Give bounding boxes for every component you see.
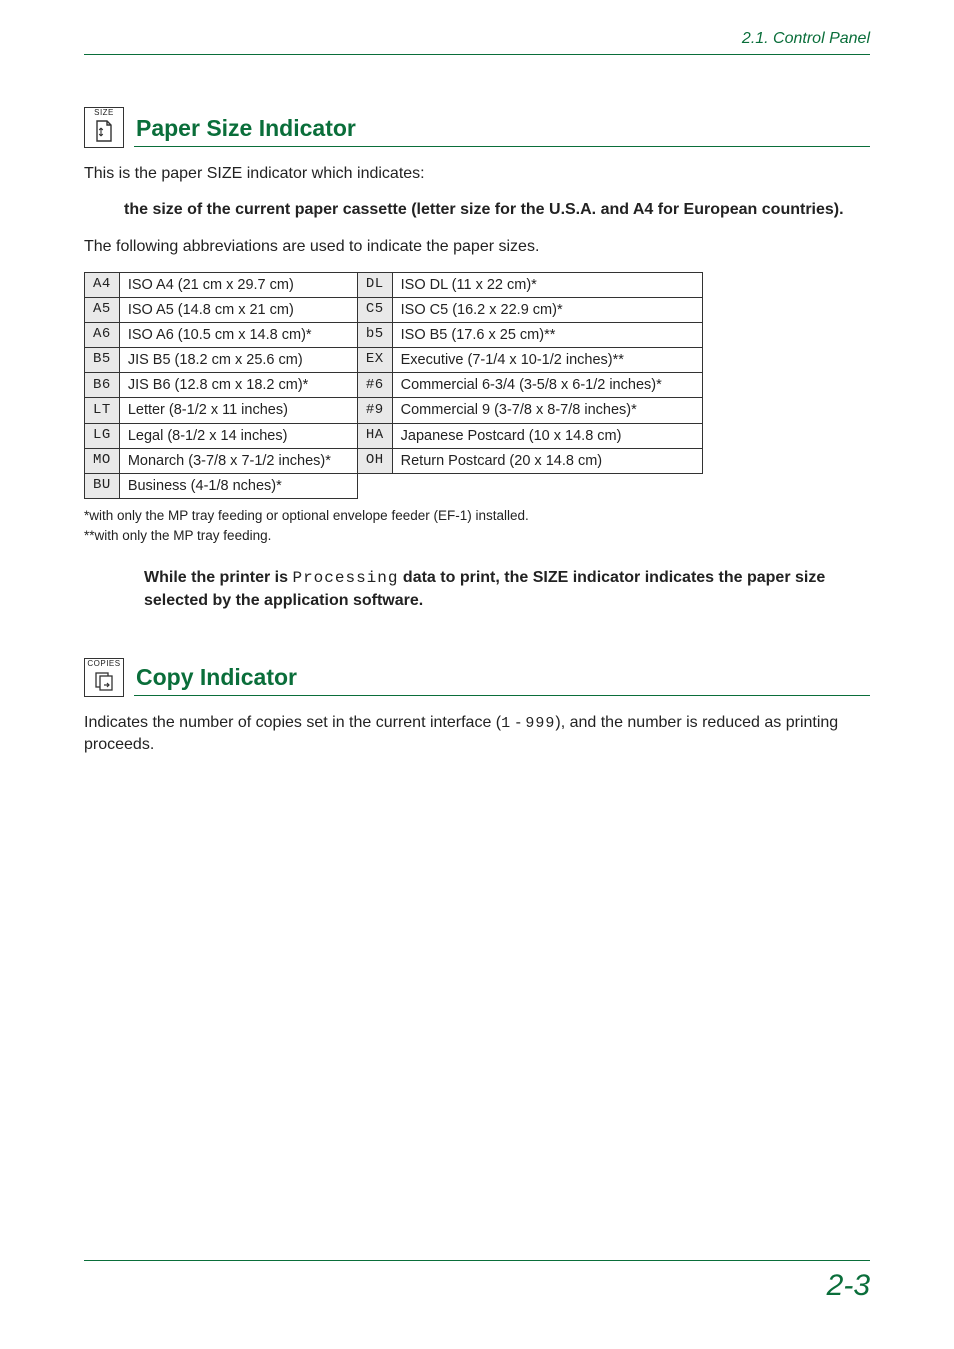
size-heading: Paper Size Indicator: [136, 115, 356, 142]
size-code: B6: [85, 373, 120, 398]
copy-icon-caption: COPIES: [87, 660, 120, 668]
size-code: A6: [85, 323, 120, 348]
size-desc: Monarch (3-7/8 x 7-1/2 inches)*: [119, 448, 357, 473]
size-desc: ISO A5 (14.8 cm x 21 cm): [119, 297, 357, 322]
running-head: 2.1. Control Panel: [84, 30, 870, 55]
footnote-2: **with only the MP tray feeding.: [84, 527, 870, 545]
size-code: A4: [85, 272, 120, 297]
table-row: A5ISO A5 (14.8 cm x 21 cm)C5ISO C5 (16.2…: [85, 297, 703, 322]
size-code: HA: [357, 423, 392, 448]
size-indent: the size of the current paper cassette (…: [124, 199, 870, 221]
copy-pre: Indicates the number of copies set in th…: [84, 714, 501, 731]
table-row: MOMonarch (3-7/8 x 7-1/2 inches)*OHRetur…: [85, 448, 703, 473]
copy-body: Indicates the number of copies set in th…: [84, 712, 870, 756]
size-code: MO: [85, 448, 120, 473]
size-desc: Executive (7-1/4 x 10-1/2 inches)**: [392, 348, 702, 373]
size-code: #9: [357, 398, 392, 423]
size-code: DL: [357, 272, 392, 297]
size-desc: Return Postcard (20 x 14.8 cm): [392, 448, 702, 473]
size-desc: Japanese Postcard (10 x 14.8 cm): [392, 423, 702, 448]
size-code: b5: [357, 323, 392, 348]
note-pre: While the printer is: [144, 569, 292, 586]
copy-heading-row: COPIES Copy Indicator: [84, 658, 870, 696]
size-code: B5: [85, 348, 120, 373]
size-desc: JIS B5 (18.2 cm x 25.6 cm): [119, 348, 357, 373]
size-code: LG: [85, 423, 120, 448]
footnote-1: *with only the MP tray feeding or option…: [84, 507, 870, 525]
size-code: #6: [357, 373, 392, 398]
copy-mid: -: [511, 714, 525, 731]
size-code: OH: [357, 448, 392, 473]
size-desc: ISO B5 (17.6 x 25 cm)**: [392, 323, 702, 348]
size-desc: ISO C5 (16.2 x 22.9 cm)*: [392, 297, 702, 322]
size-desc: Legal (8-1/2 x 14 inches): [119, 423, 357, 448]
table-row: LGLegal (8-1/2 x 14 inches)HAJapanese Po…: [85, 423, 703, 448]
copy-indicator-iconbox: COPIES: [84, 658, 124, 697]
copies-icon: [92, 670, 116, 692]
copy-mono1: 1: [501, 715, 511, 732]
page-icon: [94, 119, 114, 143]
size-intro: This is the paper SIZE indicator which i…: [84, 163, 870, 185]
size-code: A5: [85, 297, 120, 322]
page-footer: 2-3: [84, 1260, 870, 1303]
paper-size-table: A4ISO A4 (21 cm x 29.7 cm)DLISO DL (11 x…: [84, 272, 703, 499]
size-code: EX: [357, 348, 392, 373]
size-desc: Letter (8-1/2 x 11 inches): [119, 398, 357, 423]
processing-note: While the printer is Processing data to …: [144, 567, 870, 611]
size-desc: ISO A4 (21 cm x 29.7 cm): [119, 272, 357, 297]
size-desc: ISO A6 (10.5 cm x 14.8 cm)*: [119, 323, 357, 348]
table-row: BUBusiness (4-1/8 nches)*: [85, 473, 703, 498]
table-row: A4ISO A4 (21 cm x 29.7 cm)DLISO DL (11 x…: [85, 272, 703, 297]
size-icon-caption: SIZE: [94, 109, 114, 117]
size-code: BU: [85, 473, 120, 498]
size-lead: The following abbreviations are used to …: [84, 236, 870, 258]
size-desc: Commercial 6-3/4 (3-5/8 x 6-1/2 inches)*: [392, 373, 702, 398]
copy-heading: Copy Indicator: [136, 664, 297, 691]
size-desc: ISO DL (11 x 22 cm)*: [392, 272, 702, 297]
table-row: B5JIS B5 (18.2 cm x 25.6 cm)EXExecutive …: [85, 348, 703, 373]
size-code: C5: [357, 297, 392, 322]
size-desc: Commercial 9 (3-7/8 x 8-7/8 inches)*: [392, 398, 702, 423]
note-mono: Processing: [292, 569, 398, 587]
size-desc: JIS B6 (12.8 cm x 18.2 cm)*: [119, 373, 357, 398]
table-row: B6JIS B6 (12.8 cm x 18.2 cm)*#6Commercia…: [85, 373, 703, 398]
size-code: LT: [85, 398, 120, 423]
size-indicator-iconbox: SIZE: [84, 107, 124, 148]
table-row: LTLetter (8-1/2 x 11 inches)#9Commercial…: [85, 398, 703, 423]
table-row: A6ISO A6 (10.5 cm x 14.8 cm)*b5ISO B5 (1…: [85, 323, 703, 348]
page-number: 2-3: [827, 1269, 870, 1302]
copy-mono2: 999: [525, 715, 555, 732]
size-desc: Business (4-1/8 nches)*: [119, 473, 357, 498]
size-heading-row: SIZE Paper Size Indicator: [84, 107, 870, 147]
